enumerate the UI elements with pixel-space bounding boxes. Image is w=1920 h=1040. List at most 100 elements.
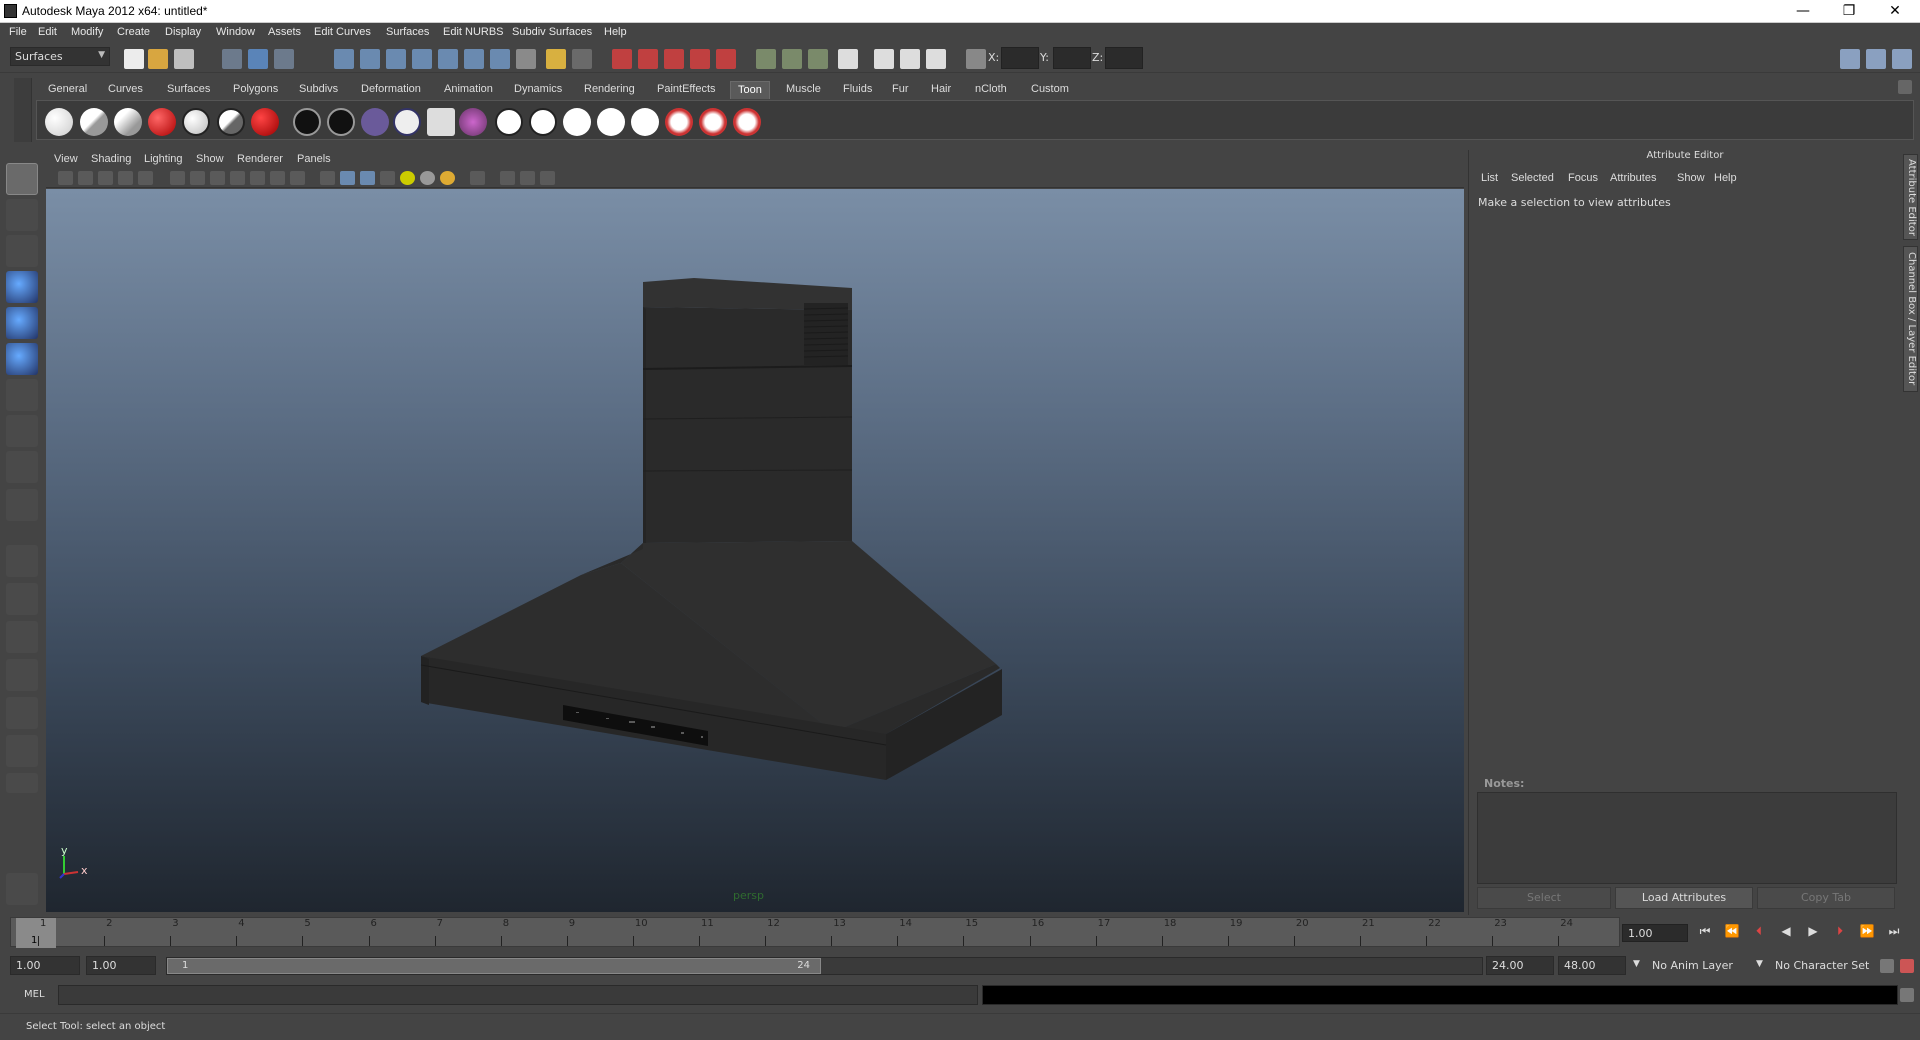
safe-action-icon[interactable] <box>270 171 285 185</box>
load-attributes-button[interactable]: Load Attributes <box>1615 887 1753 909</box>
ae-menu-help[interactable]: Help <box>1714 172 1737 184</box>
move-tool-icon[interactable] <box>6 271 38 303</box>
menu-edit-curves[interactable]: Edit Curves <box>314 26 371 38</box>
last-tool-icon[interactable] <box>6 489 38 521</box>
safe-title-icon[interactable] <box>290 171 305 185</box>
panel-menu-shading[interactable]: Shading <box>91 153 131 165</box>
shelf-tab-animation[interactable]: Animation <box>437 81 500 99</box>
film-gate-icon[interactable] <box>190 171 205 185</box>
shelf-tab-muscle[interactable]: Muscle <box>779 81 828 99</box>
toon-brush-2-icon[interactable] <box>597 108 625 136</box>
play-backwards-icon[interactable]: ◀ <box>1776 924 1796 942</box>
lasso-tool-icon[interactable] <box>6 199 38 231</box>
create-modifier-icon[interactable] <box>459 108 487 136</box>
select-component-icon[interactable] <box>274 49 294 69</box>
snap-view-icon[interactable] <box>412 49 432 69</box>
minimize-button[interactable]: — <box>1780 0 1826 22</box>
menu-window[interactable]: Window <box>216 26 255 38</box>
camera-attributes-icon[interactable] <box>78 171 93 185</box>
animation-end-field[interactable]: 48.00 <box>1558 956 1626 975</box>
render-settings-icon[interactable] <box>664 49 684 69</box>
toon-brush-4-icon[interactable] <box>665 108 693 136</box>
open-scene-icon[interactable] <box>148 49 168 69</box>
toon-fill-circle-highlight-icon[interactable] <box>217 108 245 136</box>
toon-fill-light-angle-icon[interactable] <box>80 108 108 136</box>
toon-brush-6-icon[interactable] <box>733 108 761 136</box>
layout-single-perspective-icon[interactable] <box>6 545 38 577</box>
current-time-field[interactable]: 1.00 <box>1622 924 1688 942</box>
xray-joints-icon[interactable] <box>520 171 535 185</box>
panel-menu-lighting[interactable]: Lighting <box>144 153 183 165</box>
perspective-viewport[interactable]: y x persp <box>46 189 1464 912</box>
playback-start-field[interactable]: 1.00 <box>86 956 156 975</box>
snap-point-icon[interactable] <box>386 49 406 69</box>
shelf-menu-icon[interactable] <box>1898 80 1912 94</box>
shelf-tab-ncloth[interactable]: nCloth <box>968 81 1014 99</box>
shelf-options-handle[interactable] <box>14 78 32 142</box>
ae-menu-focus[interactable]: Focus <box>1568 172 1598 184</box>
two-d-pan-zoom-icon[interactable] <box>138 171 153 185</box>
panel-layout-3-icon[interactable] <box>1892 49 1912 69</box>
assign-outline-icon[interactable] <box>293 108 321 136</box>
toon-brush-5-icon[interactable] <box>699 108 727 136</box>
go-to-end-icon[interactable]: ⏭ <box>1884 924 1904 942</box>
character-set-selector[interactable]: No Character Set <box>1775 959 1869 972</box>
animation-preferences-icon[interactable] <box>1900 959 1914 973</box>
isolate-select-icon[interactable] <box>470 171 485 185</box>
command-language-label[interactable]: MEL <box>24 989 45 1000</box>
menu-set-selector[interactable]: Surfaces ▼ <box>10 47 110 66</box>
panel-layout-2-icon[interactable] <box>1866 49 1886 69</box>
menu-file[interactable]: File <box>9 26 27 38</box>
menu-help[interactable]: Help <box>604 26 627 38</box>
range-hood-model[interactable] <box>46 189 1464 912</box>
anim-layer-chevron-icon[interactable]: ▼ <box>1633 959 1640 969</box>
universal-manipulator-icon[interactable] <box>6 379 38 411</box>
snap-grid-icon[interactable] <box>334 49 354 69</box>
anim-layer-selector[interactable]: No Anim Layer <box>1652 959 1733 972</box>
shelf-tab-dynamics[interactable]: Dynamics <box>507 81 569 99</box>
layout-menu-icon[interactable] <box>6 773 38 793</box>
snap-curve-icon[interactable] <box>360 49 380 69</box>
gate-mask-icon[interactable] <box>230 171 245 185</box>
menu-edit[interactable]: Edit <box>38 26 57 38</box>
copy-tab-button[interactable]: Copy Tab <box>1757 887 1895 909</box>
show-manipulator-tool-icon[interactable] <box>6 451 38 483</box>
menu-assets[interactable]: Assets <box>268 26 301 38</box>
input-output-icon[interactable] <box>572 49 592 69</box>
range-slider-handle[interactable]: 1 24 <box>167 958 821 974</box>
go-to-start-icon[interactable]: ⏮ <box>1695 924 1715 942</box>
smooth-shade-icon[interactable] <box>340 171 355 185</box>
panel-menu-view[interactable]: View <box>54 153 78 165</box>
shelf-tab-curves[interactable]: Curves <box>101 81 150 99</box>
grid-icon[interactable] <box>170 171 185 185</box>
attribute-editor-toggle-icon[interactable] <box>874 49 894 69</box>
save-scene-icon[interactable] <box>174 49 194 69</box>
remove-outline-icon[interactable] <box>327 108 355 136</box>
layout-outliner-graph-icon[interactable] <box>6 735 38 767</box>
image-plane-icon[interactable] <box>118 171 133 185</box>
high-quality-icon[interactable] <box>440 171 455 185</box>
modeling-toolkit-icon[interactable] <box>6 873 38 905</box>
shelf-tab-custom[interactable]: Custom <box>1024 81 1076 99</box>
shelf-tab-deformation[interactable]: Deformation <box>354 81 428 99</box>
hypershade-icon[interactable] <box>690 49 710 69</box>
paint-line-attributes-icon[interactable] <box>393 108 421 136</box>
animation-start-field[interactable]: 1.00 <box>10 956 80 975</box>
range-slider[interactable]: 1 24 <box>166 957 1483 975</box>
wireframe-icon[interactable] <box>320 171 335 185</box>
rotate-tool-icon[interactable] <box>6 307 38 339</box>
play-forwards-icon[interactable]: ▶ <box>1803 924 1823 942</box>
reverse-surface-icon[interactable] <box>361 108 389 136</box>
lock-icon[interactable] <box>546 49 566 69</box>
layout-persp-outliner-icon[interactable] <box>6 621 38 653</box>
ipr-render-icon[interactable] <box>638 49 658 69</box>
xray-components-icon[interactable] <box>540 171 555 185</box>
history-icon[interactable] <box>464 49 484 69</box>
toon-fill-shaded-icon[interactable] <box>114 108 142 136</box>
toon-fill-dark-profile-icon[interactable] <box>182 108 210 136</box>
shelf-tab-subdivs[interactable]: Subdivs <box>292 81 345 99</box>
render-current-icon[interactable] <box>612 49 632 69</box>
panel-layout-icon[interactable] <box>1840 49 1860 69</box>
time-slider[interactable]: 1 1 2 3 4 5 6 7 8 9 10 11 12 13 14 15 16 17 18 19 20 21 22 23 2… <box>10 917 1620 948</box>
use-all-lights-icon[interactable] <box>400 171 415 185</box>
